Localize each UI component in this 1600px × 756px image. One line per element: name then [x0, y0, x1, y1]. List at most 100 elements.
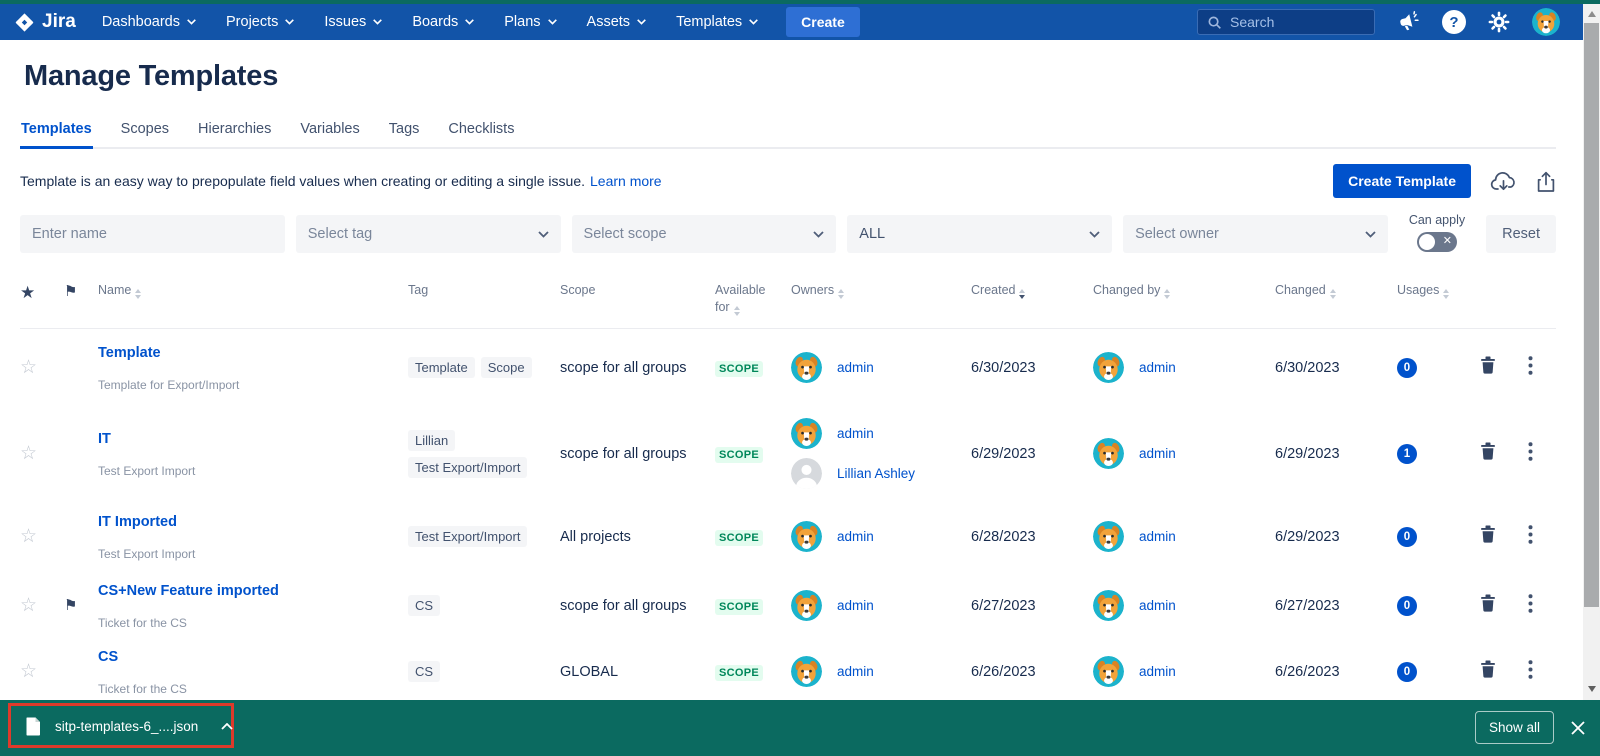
table-row: ☆ ⚑ IT Test Export Import LillianTest Ex… — [20, 407, 1556, 501]
more-actions-kebab-icon[interactable] — [1528, 525, 1533, 549]
user-link[interactable]: admin — [837, 360, 874, 375]
template-name-link[interactable]: IT Imported — [98, 514, 177, 530]
template-name-link[interactable]: CS — [98, 649, 118, 665]
nav-item-assets[interactable]: Assets — [587, 14, 647, 30]
dog-avatar — [791, 590, 822, 621]
chevron-up-icon[interactable] — [221, 723, 233, 730]
column-header-tag: Tag — [408, 282, 560, 299]
nav-item-boards[interactable]: Boards — [412, 14, 474, 30]
user-link[interactable]: Lillian Ashley — [837, 466, 915, 481]
column-header-changed[interactable]: Changed — [1275, 282, 1397, 299]
nav-item-issues[interactable]: Issues — [324, 14, 382, 30]
name-filter-input[interactable] — [32, 226, 273, 242]
delete-trash-icon[interactable] — [1480, 525, 1496, 548]
vertical-scrollbar[interactable] — [1583, 4, 1600, 700]
favorite-star-icon[interactable]: ☆ — [20, 661, 37, 682]
usages-badge[interactable]: 0 — [1397, 358, 1417, 378]
available-for-filter-select[interactable]: ALL — [847, 215, 1112, 253]
scrollbar-down-arrow[interactable] — [1583, 681, 1600, 696]
usages-badge[interactable]: 0 — [1397, 596, 1417, 616]
flagged-icon: ⚑ — [64, 597, 77, 614]
owners-list: admin — [791, 352, 971, 383]
search-input[interactable] — [1230, 14, 1360, 30]
tag-chip: Scope — [481, 357, 532, 378]
user-link[interactable]: admin — [837, 664, 874, 679]
create-template-button[interactable]: Create Template — [1333, 164, 1471, 198]
favorite-star-icon[interactable]: ☆ — [20, 595, 37, 616]
nav-item-plans[interactable]: Plans — [504, 14, 556, 30]
tab-variables[interactable]: Variables — [299, 114, 360, 147]
downloaded-filename: sitp-templates-6_....json — [55, 719, 198, 734]
nav-item-dashboards[interactable]: Dashboards — [102, 14, 196, 30]
more-actions-kebab-icon[interactable] — [1528, 660, 1533, 684]
tab-scopes[interactable]: Scopes — [120, 114, 170, 147]
name-filter[interactable] — [20, 215, 285, 253]
flag-column-header-icon[interactable]: ⚑ — [64, 283, 77, 300]
nav-item-projects[interactable]: Projects — [226, 14, 294, 30]
star-column-header-icon[interactable]: ★ — [20, 283, 35, 302]
tag-filter-select[interactable]: Select tag — [296, 215, 561, 253]
available-for-badge: SCOPE — [715, 530, 763, 546]
help-icon[interactable]: ? — [1442, 10, 1466, 34]
favorite-star-icon[interactable]: ☆ — [20, 443, 37, 464]
column-header-owners[interactable]: Owners — [791, 282, 971, 299]
column-header-changed-by[interactable]: Changed by — [1093, 282, 1275, 299]
megaphone-icon[interactable] — [1396, 10, 1421, 34]
usages-badge[interactable]: 0 — [1397, 662, 1417, 682]
settings-gear-icon[interactable] — [1487, 10, 1511, 34]
user-link[interactable]: admin — [837, 598, 874, 613]
user-link[interactable]: admin — [1139, 446, 1176, 461]
user-link[interactable]: admin — [1139, 529, 1176, 544]
user-link[interactable]: admin — [1139, 664, 1176, 679]
scrollbar-thumb[interactable] — [1584, 23, 1599, 607]
chevron-down-icon — [285, 19, 294, 25]
user-link[interactable]: admin — [837, 426, 874, 441]
delete-trash-icon[interactable] — [1480, 594, 1496, 617]
user-link[interactable]: admin — [837, 529, 874, 544]
scope-filter-select[interactable]: Select scope — [572, 215, 837, 253]
column-header-available-for[interactable]: Available for — [715, 282, 791, 316]
jira-logo[interactable]: Jira — [14, 11, 76, 33]
nav-item-templates[interactable]: Templates — [676, 14, 758, 30]
navbar-search[interactable] — [1197, 9, 1375, 35]
more-actions-kebab-icon[interactable] — [1528, 594, 1533, 618]
owner-filter-select[interactable]: Select owner — [1123, 215, 1388, 253]
learn-more-link[interactable]: Learn more — [590, 173, 662, 189]
template-name-link[interactable]: CS+New Feature imported — [98, 583, 279, 599]
chevron-down-icon — [637, 19, 646, 25]
scrollbar-up-arrow[interactable] — [1583, 6, 1600, 21]
owners-list: admin — [791, 521, 971, 552]
close-download-bar-icon[interactable] — [1571, 721, 1585, 735]
tab-checklists[interactable]: Checklists — [447, 114, 515, 147]
tab-tags[interactable]: Tags — [388, 114, 421, 147]
column-header-created[interactable]: Created — [971, 282, 1093, 299]
template-name-link[interactable]: Template — [98, 345, 161, 361]
show-all-button[interactable]: Show all — [1475, 711, 1554, 744]
user-link[interactable]: admin — [1139, 598, 1176, 613]
delete-trash-icon[interactable] — [1480, 356, 1496, 379]
more-actions-kebab-icon[interactable] — [1528, 442, 1533, 466]
tab-templates[interactable]: Templates — [20, 114, 93, 149]
usages-badge[interactable]: 1 — [1397, 444, 1417, 464]
usages-badge[interactable]: 0 — [1397, 527, 1417, 547]
tab-hierarchies[interactable]: Hierarchies — [197, 114, 272, 147]
export-icon[interactable] — [1536, 170, 1556, 193]
create-button[interactable]: Create — [786, 7, 860, 37]
reset-button[interactable]: Reset — [1486, 215, 1556, 253]
can-apply-toggle[interactable]: ✕ — [1417, 232, 1457, 252]
delete-trash-icon[interactable] — [1480, 442, 1496, 465]
more-actions-kebab-icon[interactable] — [1528, 356, 1533, 380]
template-name-link[interactable]: IT — [98, 431, 111, 447]
changed-by-cell: admin — [1093, 521, 1275, 552]
dog-avatar — [791, 656, 822, 687]
favorite-star-icon[interactable]: ☆ — [20, 357, 37, 378]
user-link[interactable]: admin — [1139, 360, 1176, 375]
downloaded-file-chip[interactable]: sitp-templates-6_....json — [26, 700, 233, 752]
delete-trash-icon[interactable] — [1480, 660, 1496, 683]
cloud-download-icon[interactable] — [1490, 170, 1517, 193]
toggle-off-x-icon: ✕ — [1443, 234, 1452, 247]
favorite-star-icon[interactable]: ☆ — [20, 526, 37, 547]
column-header-name[interactable]: Name — [98, 282, 408, 299]
user-avatar[interactable] — [1532, 8, 1560, 36]
column-header-usages[interactable]: Usages — [1397, 282, 1465, 299]
